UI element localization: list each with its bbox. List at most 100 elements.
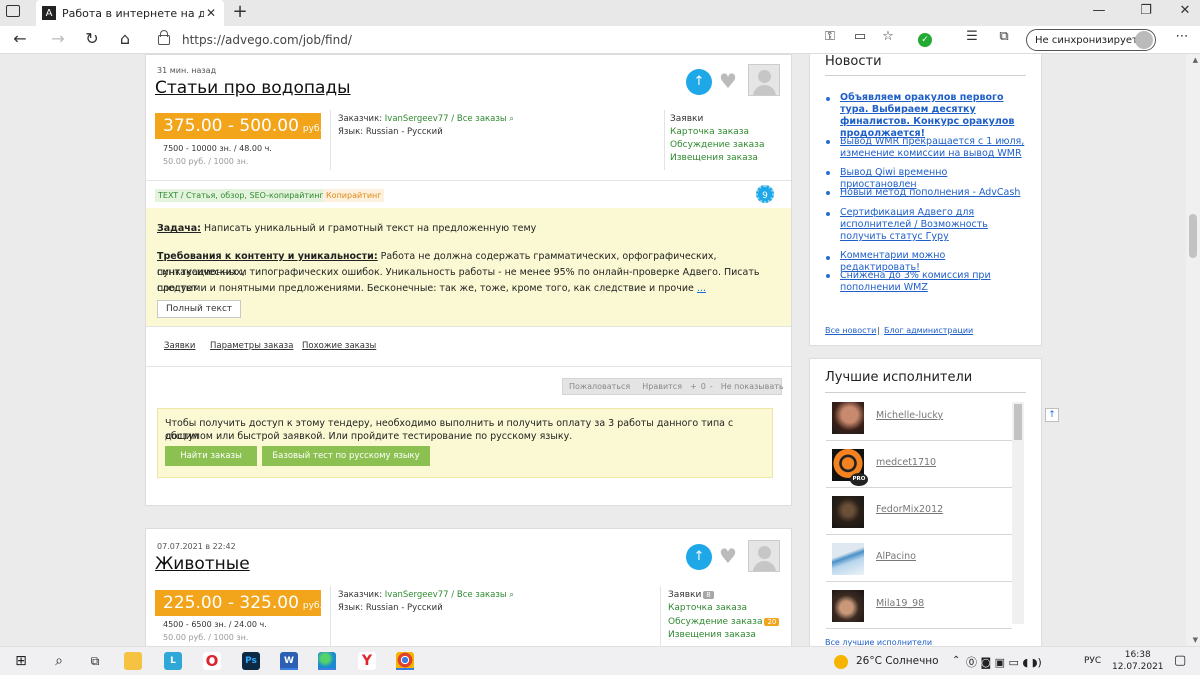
url-field[interactable]: https://advego.com/job/find/ [148,28,908,52]
file-explorer-icon[interactable] [124,652,142,670]
all-orders-link[interactable]: / Все заказы ⌕ [451,114,514,124]
tab-similar-orders[interactable]: Похожие заказы [302,341,376,351]
link-order-discussion[interactable]: Обсуждение заказа 20 [668,617,780,627]
link-order-card[interactable]: Карточка заказа [668,603,747,613]
refresh-icon[interactable]: ↻ [80,29,104,48]
forward-icon[interactable]: → [46,29,70,48]
tray-chevron-icon[interactable]: ⌃ [952,655,960,666]
news-item[interactable]: Новый метод пополнения - AdvCash [840,187,1026,199]
heart-icon[interactable]: ♥ [719,546,737,566]
scrollbar-thumb[interactable] [1189,214,1197,258]
link-order-discussion[interactable]: Обсуждение заказа [670,140,764,150]
divider [146,326,791,327]
restore-icon[interactable]: ❐ [1135,3,1157,18]
key-icon[interactable]: ⚿ [818,29,842,44]
check-icon[interactable]: ✓ [918,33,932,47]
full-text-button[interactable]: Полный текст [157,300,242,318]
performer-name[interactable]: AlPacino [876,551,916,562]
performer-row[interactable]: FedorMix2012 [826,488,1012,535]
close-window-icon[interactable]: ✕ [1174,3,1196,18]
category-tag[interactable]: Копирайтинг [323,189,385,202]
link-applications[interactable]: Заявки [670,114,703,124]
divider [146,180,791,181]
news-item[interactable]: Объявляем оракулов первого тура. Выбирае… [840,92,1026,140]
tab-close-icon[interactable]: ✕ [204,6,218,20]
job-title[interactable]: Животные [155,554,250,574]
collections-icon[interactable]: ⧉ [992,29,1016,44]
link-order-notices[interactable]: Извещения заказа [668,630,756,640]
minimize-icon[interactable]: — [1088,3,1110,18]
link-order-notices[interactable]: Извещения заказа [670,153,758,163]
report-button[interactable]: Пожаловаться [563,382,636,391]
link-order-card[interactable]: Карточка заказа [670,127,749,137]
customer-link[interactable]: IvanSergeev77 [385,114,449,124]
search-icon[interactable]: ⌕ [50,652,68,670]
tray-icons[interactable]: ⓪ ◙ ▣ ▭ ◖ ◗) [966,654,1042,670]
scroll-to-top-icon[interactable]: ↑ [1045,408,1059,422]
language-indicator[interactable]: РУС [1084,656,1101,666]
tab-actions-icon[interactable] [6,5,20,17]
heart-icon[interactable]: ♥ [719,71,737,91]
bullet-icon [826,256,830,260]
all-news-link[interactable]: Все новости [825,326,876,335]
arrow-up-icon[interactable]: ↑ [686,69,712,95]
new-tab-icon[interactable]: + [230,1,250,22]
l-app-icon[interactable]: L [164,652,182,670]
chrome-icon[interactable] [396,652,414,670]
tab-applications[interactable]: Заявки [164,341,195,351]
performer-name[interactable]: Mila19_98 [876,598,924,609]
favorite-add-icon[interactable]: ☆ [876,29,900,44]
customer-link[interactable]: IvanSergeev77 [385,590,449,600]
edge-icon[interactable] [318,652,336,670]
performer-row[interactable]: AlPacino [826,535,1012,582]
scroll-down-icon[interactable]: ▼ [1193,636,1198,644]
browser-tab[interactable]: A Работа в интернете на дому он ✕ [36,0,224,26]
page-content: 31 мин. назад Статьи про водопады ↑ ♥ 37… [0,54,1200,646]
more-icon[interactable]: ⋯ [1170,29,1194,44]
link-applications[interactable]: Заявки 8 [668,590,714,600]
admin-blog-link[interactable]: Блог администрации [884,326,973,335]
like-plus-button[interactable]: + [688,382,699,391]
price-value: 225.00 - 325.00 [163,593,299,613]
find-orders-button[interactable]: Найти заказы [165,446,257,466]
news-item[interactable]: Сертификация Адвего для исполнителей / В… [840,207,1026,243]
task-label: Задача: [157,223,201,234]
arrow-up-icon[interactable]: ↑ [686,544,712,570]
applications-count: 8 [703,591,714,599]
start-icon[interactable]: ⊞ [12,652,30,670]
performer-row[interactable]: PRO medcet1710 [826,441,1012,488]
performer-name[interactable]: medcet1710 [876,457,936,468]
word-icon[interactable]: W [280,652,298,670]
news-item[interactable]: Вывод WMR прекращается с 1 июля, изменен… [840,136,1026,160]
performer-row[interactable]: Mila19_98 [826,582,1012,629]
photoshop-icon[interactable]: Ps [242,652,260,670]
tab-order-params[interactable]: Параметры заказа [210,341,293,351]
scrollbar-thumb[interactable] [1014,404,1022,440]
home-icon[interactable]: ⌂ [113,29,137,48]
reader-icon[interactable]: ▭ [848,29,872,44]
like-minus-button[interactable]: - [708,382,715,391]
yandex-icon[interactable]: Y [358,652,376,670]
russian-test-button[interactable]: Базовый тест по русскому языку [262,446,430,466]
all-orders-link[interactable]: / Все заказы ⌕ [451,590,514,600]
performers-scrollbar[interactable] [1012,402,1024,624]
opera-icon[interactable]: O [203,652,221,670]
category-tag[interactable]: TEXT / Статья, обзор, SEO-копирайтинг [155,189,327,202]
clock[interactable]: 16:38 12.07.2021 [1112,649,1164,673]
news-item[interactable]: Снижена до 3% комиссия при пополнении WM… [840,270,1026,294]
favorites-icon[interactable]: ☰ [960,29,984,44]
expand-text-link[interactable]: ... [697,283,706,294]
job-title[interactable]: Статьи про водопады [155,78,351,98]
task-view-icon[interactable]: ⧉ [86,652,104,670]
sync-button[interactable]: Не синхронизируется [1026,29,1156,51]
performer-name[interactable]: Michelle-lucky [876,410,943,421]
performer-row[interactable]: Michelle-lucky [826,394,1012,441]
scroll-up-icon[interactable]: ▲ [1193,56,1198,64]
notifications-icon[interactable]: ▢ [1174,653,1186,668]
page-scrollbar[interactable]: ▲ ▼ [1186,54,1200,646]
all-best-link[interactable]: Все лучшие исполнители [825,638,932,646]
hide-button[interactable]: Не показывать [715,382,790,391]
performer-name[interactable]: FedorMix2012 [876,504,943,515]
back-icon[interactable]: ← [8,29,32,48]
weather-info[interactable]: 26°C Солнечно [856,655,939,667]
